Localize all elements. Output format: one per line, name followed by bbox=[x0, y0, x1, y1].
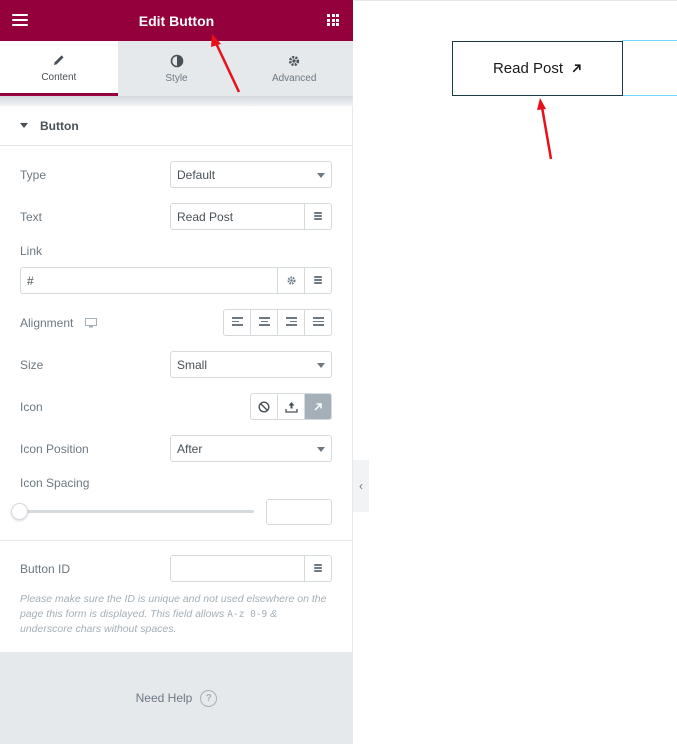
type-label: Type bbox=[20, 168, 47, 182]
database-icon bbox=[314, 563, 322, 574]
button-id-input[interactable] bbox=[171, 556, 304, 581]
section-button-toggle[interactable]: Button bbox=[0, 106, 353, 146]
tab-style-label: Style bbox=[165, 73, 188, 84]
button-id-description: Please make sure the ID is unique and no… bbox=[20, 592, 330, 637]
align-left-icon bbox=[231, 317, 243, 328]
type-select[interactable]: Default bbox=[170, 161, 332, 188]
help-question-icon[interactable]: ? bbox=[200, 689, 218, 707]
widgets-grid-icon[interactable] bbox=[327, 14, 339, 26]
align-right-button[interactable] bbox=[277, 310, 304, 335]
dynamic-tags-button[interactable] bbox=[304, 204, 331, 229]
icon-none-button[interactable] bbox=[251, 394, 277, 419]
panel-collapse-toggle[interactable]: ‹ bbox=[353, 460, 369, 512]
icon-picker bbox=[250, 393, 332, 420]
link-input-group: # bbox=[20, 267, 332, 294]
icon-position-select-value: After bbox=[177, 441, 203, 456]
icon-spacing-number-input[interactable] bbox=[266, 499, 332, 525]
text-label: Text bbox=[20, 210, 43, 224]
editor-panel: Edit Button Content Style Advanced Butto… bbox=[0, 0, 353, 744]
tab-content[interactable]: Content bbox=[0, 41, 118, 96]
need-help-link[interactable]: Need Help bbox=[136, 691, 193, 705]
note-code: A-z 0-9 bbox=[227, 609, 268, 620]
tab-advanced-label: Advanced bbox=[271, 73, 317, 84]
align-justify-icon bbox=[312, 317, 324, 328]
note-text-1: Please make sure the ID is unique and no… bbox=[20, 593, 327, 620]
icon-upload-button[interactable] bbox=[277, 394, 304, 419]
size-label: Size bbox=[20, 358, 44, 372]
align-center-button[interactable] bbox=[250, 310, 277, 335]
icon-spacing-slider-handle[interactable] bbox=[11, 503, 28, 520]
button-id-input-group bbox=[170, 555, 332, 582]
preview-top-border bbox=[354, 0, 677, 1]
text-input-group: Read Post bbox=[170, 203, 332, 230]
icon-position-label: Icon Position bbox=[20, 442, 89, 456]
icon-position-select[interactable]: After bbox=[170, 435, 332, 462]
icon-spacing-label: Icon Spacing bbox=[20, 476, 90, 490]
align-justify-button[interactable] bbox=[304, 310, 331, 335]
text-input[interactable]: Read Post bbox=[171, 204, 304, 229]
select-arrow-icon bbox=[317, 363, 325, 368]
panel-header: Edit Button bbox=[0, 0, 353, 41]
ban-icon bbox=[258, 400, 270, 413]
section-divider bbox=[0, 540, 353, 541]
button-id-label: Button ID bbox=[20, 562, 71, 576]
link-dynamic-tags-button[interactable] bbox=[304, 268, 331, 293]
gear-icon bbox=[286, 276, 296, 285]
link-options-button[interactable] bbox=[277, 268, 304, 293]
tab-advanced[interactable]: Advanced bbox=[235, 41, 353, 96]
size-select[interactable]: Small bbox=[170, 351, 332, 378]
annotation-arrow-preview bbox=[537, 98, 553, 160]
link-input[interactable]: # bbox=[21, 268, 277, 293]
desktop-icon[interactable] bbox=[85, 318, 98, 328]
half-circle-icon bbox=[170, 53, 184, 69]
column-guide bbox=[622, 40, 677, 96]
icon-library-button[interactable] bbox=[304, 394, 331, 419]
upload-icon bbox=[284, 401, 298, 413]
align-right-icon bbox=[285, 317, 297, 328]
gear-icon bbox=[287, 53, 301, 69]
tab-content-label: Content bbox=[41, 71, 77, 83]
database-icon bbox=[314, 211, 322, 222]
icon-spacing-slider-track[interactable] bbox=[20, 510, 254, 513]
database-icon bbox=[314, 275, 322, 286]
button-id-dynamic-tags-button[interactable] bbox=[304, 556, 331, 581]
pencil-icon bbox=[52, 52, 66, 68]
select-arrow-icon bbox=[317, 447, 325, 452]
type-select-value: Default bbox=[177, 167, 216, 182]
panel-title: Edit Button bbox=[138, 12, 215, 29]
align-center-icon bbox=[258, 317, 270, 328]
help-footer: Need Help ? bbox=[0, 652, 353, 744]
align-left-button[interactable] bbox=[224, 310, 250, 335]
link-label: Link bbox=[20, 244, 43, 258]
menu-icon[interactable] bbox=[12, 14, 28, 26]
alignment-label-row: Alignment bbox=[20, 316, 98, 330]
select-arrow-icon bbox=[317, 173, 325, 178]
caret-down-icon bbox=[20, 123, 28, 128]
panel-tabs: Content Style Advanced bbox=[0, 41, 353, 96]
arrow-up-right-icon bbox=[314, 402, 322, 411]
alignment-label: Alignment bbox=[20, 316, 74, 330]
icon-label: Icon bbox=[20, 400, 43, 414]
alignment-control bbox=[223, 309, 332, 336]
size-select-value: Small bbox=[177, 357, 208, 372]
arrow-up-right-icon bbox=[571, 63, 582, 74]
tabs-shadow bbox=[0, 96, 353, 106]
preview-read-post-button[interactable]: Read Post bbox=[452, 41, 623, 96]
annotation-arrow-header bbox=[211, 34, 241, 93]
section-title: Button bbox=[40, 118, 79, 133]
preview-button-label: Read Post bbox=[492, 60, 564, 77]
